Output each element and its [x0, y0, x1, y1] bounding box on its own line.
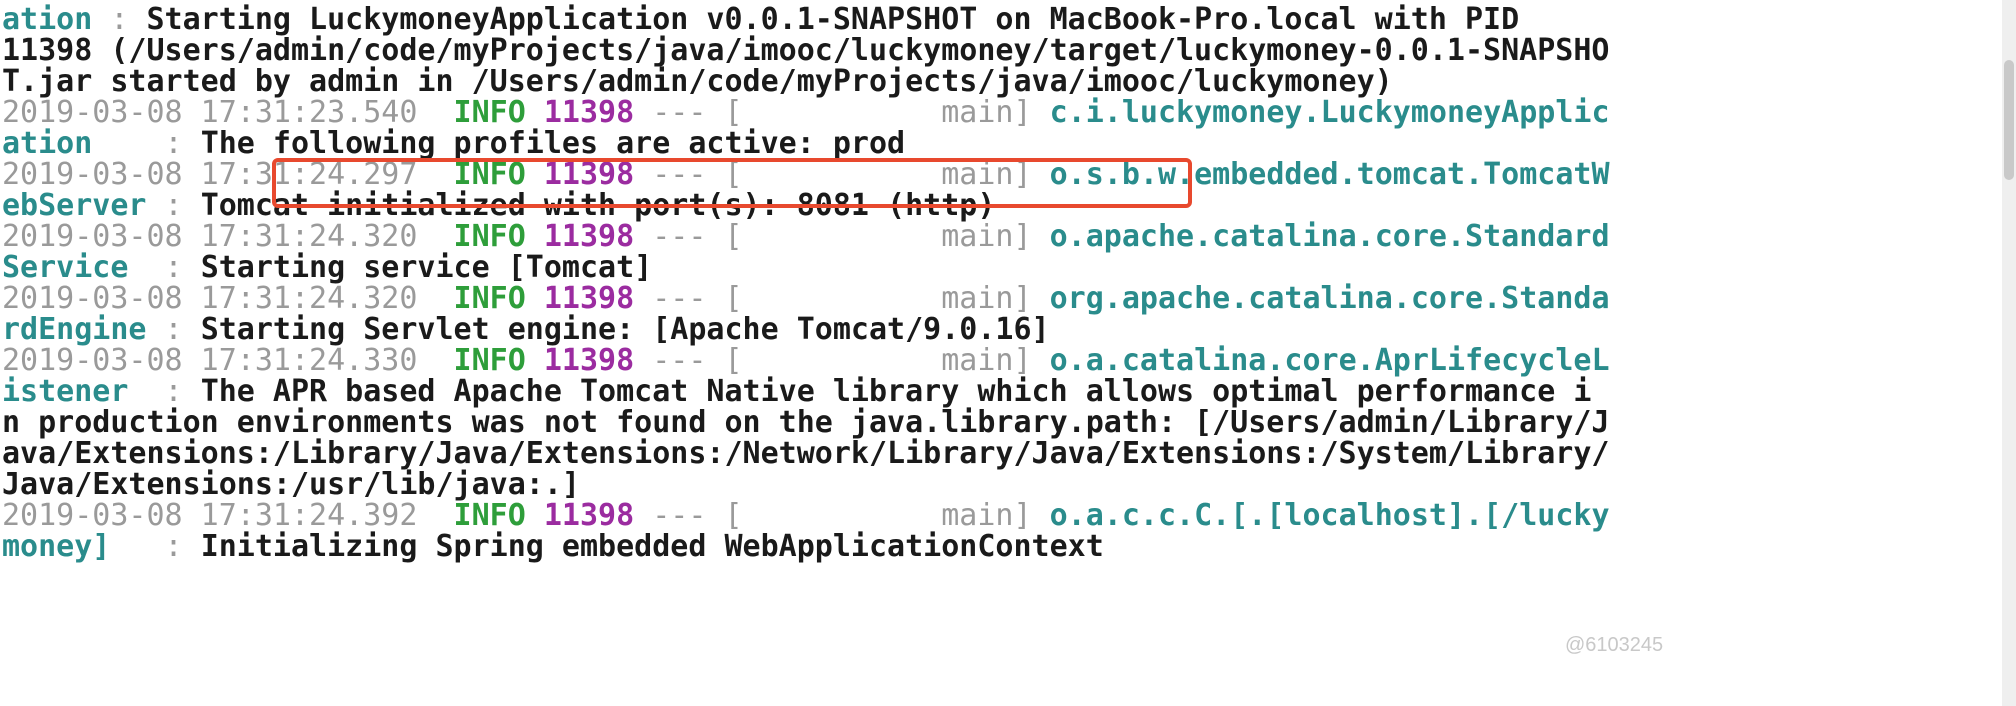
highlight-annotation	[272, 158, 1192, 208]
logger-name: o.a.c.c.C.[.[localhost].[/lucky	[1049, 498, 1610, 533]
separator: :	[110, 529, 201, 564]
watermark: @6103245	[1565, 634, 1664, 656]
logger-name: o.apache.catalina.core.Standard	[1049, 219, 1610, 254]
console-output[interactable]: ation : Starting LuckymoneyApplication v…	[0, 0, 2016, 706]
logger-name: c.i.luckymoney.LuckymoneyApplic	[1049, 95, 1610, 130]
log-line: money] : Initializing Spring embedded We…	[2, 527, 1104, 567]
thread-separator: --- [ main]	[634, 219, 1050, 254]
logger-name: org.apache.catalina.core.Standa	[1049, 281, 1610, 316]
scrollbar-thumb[interactable]	[2004, 60, 2014, 180]
logger-name: money]	[2, 529, 111, 564]
vertical-scrollbar[interactable]	[2002, 0, 2016, 706]
log-message: Initializing Spring embedded WebApplicat…	[200, 529, 1104, 564]
